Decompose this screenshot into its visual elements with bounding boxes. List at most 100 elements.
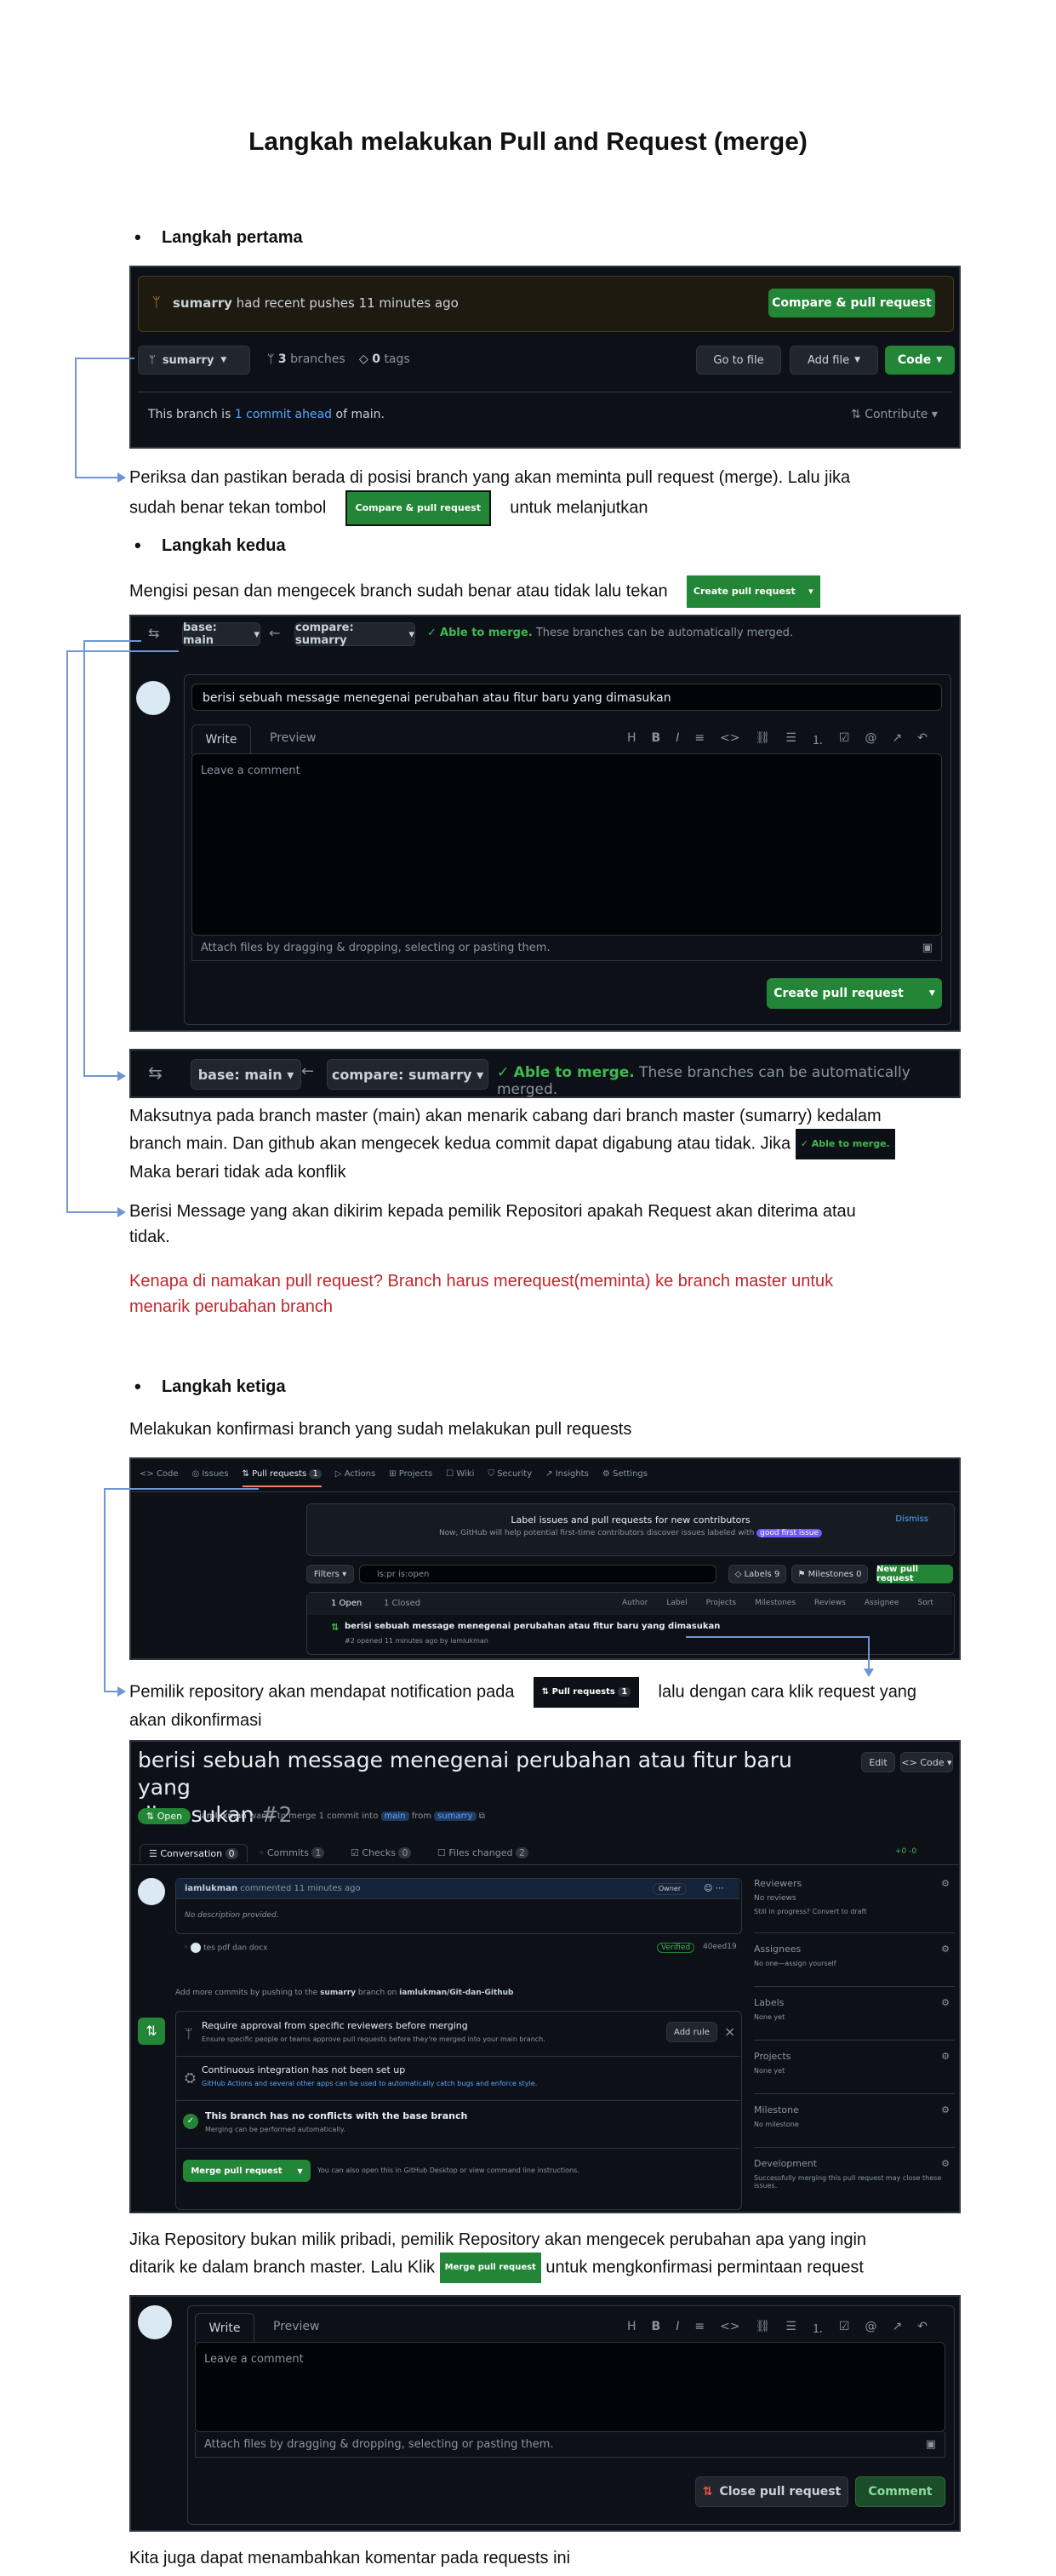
compare-pull-request-button[interactable]: Compare & pull request — [768, 289, 935, 318]
compare-branch-select[interactable]: compare: sumarry ▾ — [327, 1059, 488, 1090]
closed-count[interactable]: 1 Closed — [384, 1599, 420, 1608]
comment-textarea[interactable]: Leave a comment — [195, 2342, 945, 2432]
tab-wiki[interactable]: ☐ Wiki — [446, 1469, 474, 1487]
comment-button[interactable]: Comment — [855, 2476, 945, 2507]
italic-icon[interactable]: I — [676, 731, 679, 748]
open-count[interactable]: 1 Open — [331, 1599, 362, 1608]
head-branch-chip[interactable]: sumarry — [434, 1812, 477, 1821]
quote-icon[interactable]: ≡ — [694, 2320, 705, 2337]
filter-projects[interactable]: Projects — [706, 1599, 736, 1607]
attach-files-bar[interactable]: Attach files by dragging & dropping, sel… — [195, 2432, 945, 2458]
tab-insights[interactable]: ↗ Insights — [545, 1469, 589, 1487]
sidebar-projects[interactable]: Projects None yet ⚙ — [754, 2051, 955, 2094]
add-file-button[interactable]: Add file ▼ — [790, 346, 878, 375]
reply-icon[interactable]: ↶ — [917, 2320, 928, 2337]
heading-icon[interactable]: H — [627, 731, 636, 748]
code-icon[interactable]: <> — [720, 731, 739, 748]
numbered-list-icon[interactable]: ⒈ — [812, 731, 824, 748]
commit-ahead-link[interactable]: 1 commit ahead — [235, 408, 332, 421]
bold-icon[interactable]: B — [652, 2320, 661, 2337]
filters-button[interactable]: Filters ▾ — [306, 1565, 354, 1583]
tab-security[interactable]: ⛉ Security — [488, 1469, 532, 1487]
new-pull-request-button[interactable]: New pull request — [876, 1565, 953, 1583]
go-to-file-button[interactable]: Go to file — [696, 346, 781, 375]
tab-commits[interactable]: ◦ Commits 1 — [259, 1847, 325, 1858]
filter-assignee[interactable]: Assignee — [865, 1599, 899, 1607]
sidebar-assignees[interactable]: Assignees No one—assign yourself ⚙ — [754, 1943, 955, 1987]
tab-actions[interactable]: ▷ Actions — [335, 1469, 375, 1487]
comment-author[interactable]: iamlukman — [185, 1884, 237, 1893]
code-button[interactable]: <> Code ▾ — [900, 1752, 953, 1772]
pr-title-link[interactable]: berisi sebuah message menegenai perubaha… — [345, 1622, 720, 1631]
tab-settings[interactable]: ⚙ Settings — [602, 1469, 648, 1487]
gear-icon[interactable]: ⚙ — [941, 2104, 950, 2115]
filter-author[interactable]: Author — [622, 1599, 648, 1607]
gear-icon[interactable]: ⚙ — [941, 1943, 950, 1955]
sidebar-development[interactable]: Development Successfully merging this pu… — [754, 2158, 955, 2195]
reply-icon[interactable]: ↶ — [917, 731, 928, 748]
tab-write[interactable]: Write — [191, 724, 251, 754]
bold-icon[interactable]: B — [652, 731, 661, 748]
base-branch-select[interactable]: base: main ▾ — [182, 621, 260, 647]
tab-projects[interactable]: ⊞ Projects — [389, 1469, 432, 1487]
pr-author[interactable]: iamlukman — [199, 1812, 247, 1821]
filter-milestones[interactable]: Milestones — [755, 1599, 796, 1607]
sidebar-reviewers[interactable]: Reviewers No reviews Still in progress? … — [754, 1878, 955, 1933]
gear-icon[interactable]: ⚙ — [941, 2158, 950, 2169]
bullet-list-icon[interactable]: ☰ — [785, 731, 796, 748]
merge-pull-request-button[interactable]: Merge pull request ▼ — [183, 2160, 311, 2182]
code-button[interactable]: Code ▼ — [885, 346, 955, 375]
tab-files-changed[interactable]: ☐ Files changed 2 — [437, 1847, 528, 1858]
branches-link[interactable]: ᛘ 3 branches — [267, 352, 345, 366]
link-icon[interactable]: ⛓ — [756, 2320, 771, 2337]
contribute-button[interactable]: ⇅ Contribute ▾ — [851, 408, 938, 421]
compare-branch-select[interactable]: compare: sumarry ▾ — [294, 621, 415, 647]
tab-pull-requests[interactable]: ⇅ Pull requests 1 — [242, 1469, 322, 1487]
gear-icon[interactable]: ⚙ — [941, 1878, 950, 1889]
pr-search-input[interactable]: is:pr is:open — [359, 1565, 716, 1583]
tab-write[interactable]: Write — [195, 2313, 254, 2343]
base-branch-chip[interactable]: main — [380, 1812, 409, 1821]
gear-icon[interactable]: ⚙ — [941, 1997, 950, 2008]
add-rule-button[interactable]: Add rule — [666, 2022, 717, 2042]
sidebar-labels[interactable]: Labels None yet ⚙ — [754, 1997, 955, 2041]
sidebar-milestone[interactable]: Milestone No milestone ⚙ — [754, 2104, 955, 2148]
numbered-list-icon[interactable]: ⒈ — [812, 2320, 824, 2337]
tab-checks[interactable]: ☑ Checks 0 — [351, 1847, 412, 1858]
create-pull-request-button[interactable]: Create pull request ▼ — [767, 978, 942, 1009]
mention-icon[interactable]: @ — [865, 2320, 876, 2337]
attach-files-bar[interactable]: Attach files by dragging & dropping, sel… — [191, 936, 942, 961]
more-icon[interactable]: ☺ ⋯ — [704, 1879, 724, 1899]
tab-preview[interactable]: Preview — [270, 731, 317, 745]
task-list-icon[interactable]: ☑ — [839, 2320, 850, 2337]
comment-textarea[interactable]: Leave a comment — [191, 753, 942, 936]
tab-issues[interactable]: ◎ Issues — [192, 1469, 229, 1487]
pr-title-input[interactable]: berisi sebuah message menegenai perubaha… — [191, 684, 942, 711]
reference-icon[interactable]: ↗ — [892, 2320, 902, 2337]
branch-select-button[interactable]: ᛘ sumarry ▼ — [138, 346, 250, 375]
copy-icon[interactable]: ⧉ — [479, 1812, 485, 1821]
tab-conversation[interactable]: ☰ Conversation 0 — [140, 1844, 248, 1863]
close-pull-request-button[interactable]: ⇅ Close pull request — [695, 2476, 848, 2507]
milestones-button[interactable]: ⚑ Milestones 0 — [791, 1565, 868, 1583]
commit-sha[interactable]: 40eed19 — [703, 1943, 737, 1951]
quote-icon[interactable]: ≡ — [694, 731, 705, 748]
commit-message[interactable]: tes pdf dan docx — [203, 1944, 267, 1953]
heading-icon[interactable]: H — [627, 2320, 636, 2337]
tags-link[interactable]: ◇ 0 tags — [359, 352, 410, 366]
base-branch-select[interactable]: base: main ▾ — [191, 1059, 301, 1090]
close-icon[interactable]: × — [724, 2024, 735, 2040]
bullet-list-icon[interactable]: ☰ — [785, 2320, 796, 2337]
mention-icon[interactable]: @ — [865, 731, 876, 748]
tab-preview[interactable]: Preview — [273, 2320, 320, 2333]
labels-button[interactable]: ◇ Labels 9 — [728, 1565, 786, 1583]
filter-reviews[interactable]: Reviews — [814, 1599, 846, 1607]
edit-button[interactable]: Edit — [861, 1752, 895, 1772]
task-list-icon[interactable]: ☑ — [839, 731, 850, 748]
gear-icon[interactable]: ⚙ — [941, 2051, 950, 2062]
reference-icon[interactable]: ↗ — [892, 731, 902, 748]
dismiss-link[interactable]: Dismiss — [895, 1514, 928, 1524]
code-icon[interactable]: <> — [720, 2320, 739, 2337]
link-icon[interactable]: ⛓ — [756, 731, 771, 748]
filter-label[interactable]: Label — [666, 1599, 687, 1607]
